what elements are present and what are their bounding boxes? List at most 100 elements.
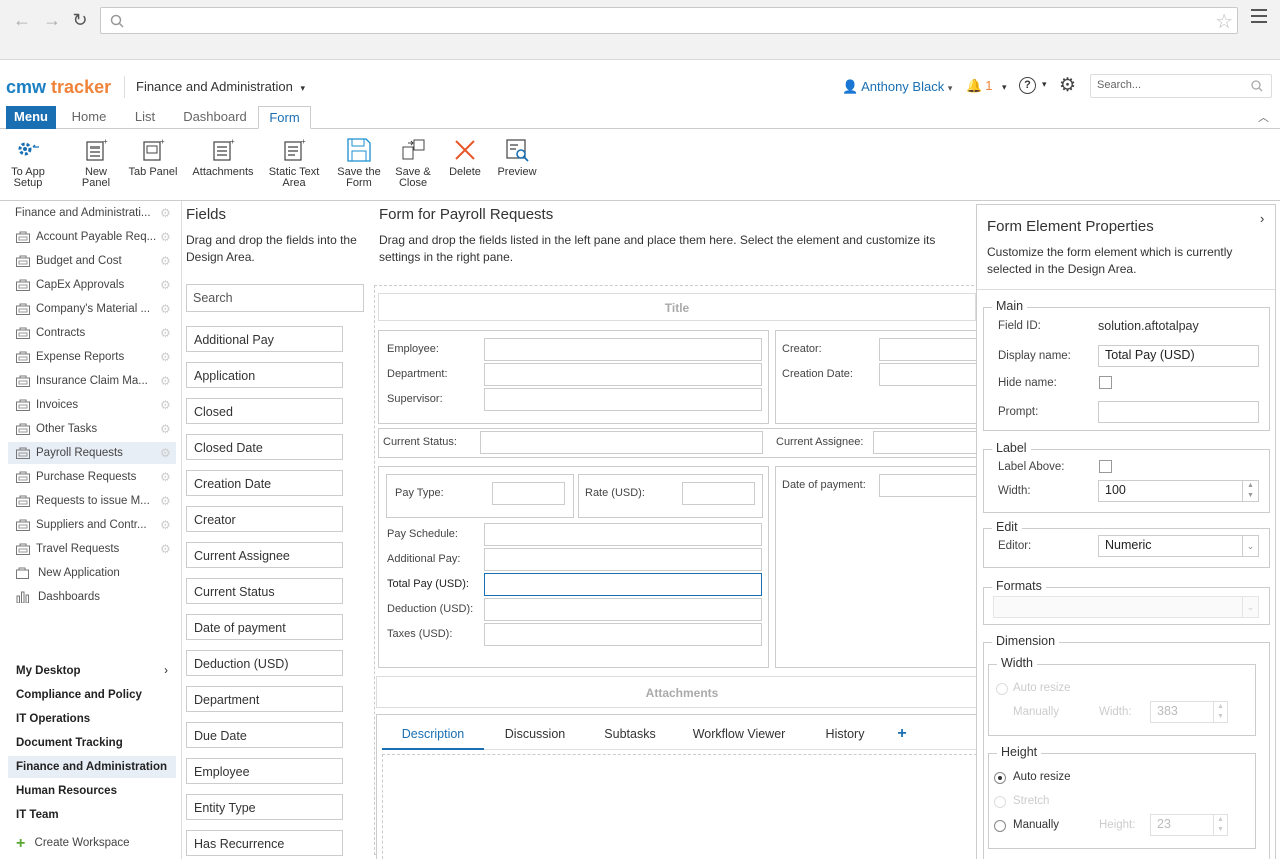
field-item[interactable]: Current Status: [186, 578, 343, 604]
sidebar-item-app[interactable]: Company's Material ... ⚙: [8, 298, 176, 320]
gear-icon[interactable]: ⚙: [160, 442, 171, 464]
delete-button[interactable]: Delete: [444, 137, 486, 178]
field-item[interactable]: Closed Date: [186, 434, 343, 460]
save-form-button[interactable]: Save the Form: [334, 137, 384, 189]
gear-icon[interactable]: ⚙: [160, 490, 171, 512]
display-name-input[interactable]: Total Pay (USD): [1098, 345, 1259, 367]
back-icon[interactable]: ←: [10, 8, 34, 32]
sidebar-item-app[interactable]: Invoices ⚙: [8, 394, 176, 416]
to-app-setup-button[interactable]: To App Setup: [6, 137, 50, 189]
gear-icon[interactable]: ⚙: [160, 418, 171, 440]
taxes-field[interactable]: [484, 623, 762, 646]
app-logo[interactable]: cmw tracker: [6, 77, 111, 98]
gear-icon[interactable]: ⚙: [160, 514, 171, 536]
sidebar-item-app[interactable]: Account Payable Req... ⚙: [8, 226, 176, 248]
field-item[interactable]: Application: [186, 362, 343, 388]
height-manually-radio[interactable]: [994, 820, 1006, 832]
tab-description[interactable]: Description: [382, 718, 484, 750]
hide-name-checkbox[interactable]: [1099, 376, 1112, 389]
gear-icon[interactable]: ⚙: [160, 370, 171, 392]
tab-panel-button[interactable]: + Tab Panel: [126, 137, 180, 178]
workspace-item[interactable]: IT Operations: [8, 708, 176, 730]
fields-search-input[interactable]: Search: [186, 284, 364, 312]
height-stretch-radio[interactable]: [994, 796, 1006, 808]
tab-history[interactable]: History: [812, 718, 878, 750]
field-item[interactable]: Deduction (USD): [186, 650, 343, 676]
reload-icon[interactable]: ↻: [68, 8, 92, 32]
tab-form[interactable]: Form: [258, 106, 311, 129]
forward-icon[interactable]: →: [40, 8, 64, 32]
date-of-payment-field[interactable]: [879, 474, 976, 497]
gear-icon[interactable]: ⚙: [160, 346, 171, 368]
field-item[interactable]: Additional Pay: [186, 326, 343, 352]
dim-width-stepper[interactable]: 383 ▲ ▼: [1150, 701, 1228, 723]
editor-select[interactable]: Numeric ⌄: [1098, 535, 1259, 557]
tab-workflow-viewer[interactable]: Workflow Viewer: [682, 718, 796, 750]
workspace-item[interactable]: IT Team: [8, 804, 176, 826]
deduction-field[interactable]: [484, 598, 762, 621]
label-above-checkbox[interactable]: [1099, 460, 1112, 473]
sidebar-dashboards[interactable]: Dashboards: [8, 586, 176, 608]
formats-select[interactable]: ⌄: [993, 596, 1259, 618]
sidebar-item-app[interactable]: Suppliers and Contr... ⚙: [8, 514, 176, 536]
dim-height-stepper[interactable]: 23 ▲ ▼: [1150, 814, 1228, 836]
tab-list[interactable]: List: [126, 106, 164, 129]
tab-menu[interactable]: Menu: [6, 106, 56, 129]
rate-field[interactable]: [682, 482, 755, 505]
sidebar-item-app[interactable]: Travel Requests ⚙: [8, 538, 176, 560]
sidebar-item-app[interactable]: Expense Reports ⚙: [8, 346, 176, 368]
field-item[interactable]: Creator: [186, 506, 343, 532]
tab-content-area[interactable]: [382, 754, 976, 859]
tab-discussion[interactable]: Discussion: [492, 718, 578, 750]
collapse-chevron-up-icon[interactable]: ︿: [1258, 109, 1269, 125]
user-menu[interactable]: 👤 Anthony Black ▾: [842, 79, 952, 95]
sidebar-header[interactable]: Finance and Administrati... ⚙: [8, 202, 176, 224]
attachments-element[interactable]: Attachments: [376, 676, 976, 708]
form-title-element[interactable]: Title: [378, 293, 976, 321]
field-item[interactable]: Due Date: [186, 722, 343, 748]
sidebar-item-app[interactable]: Other Tasks ⚙: [8, 418, 176, 440]
sidebar-item-app[interactable]: Payroll Requests ⚙: [8, 442, 176, 464]
save-close-button[interactable]: Save & Close: [392, 137, 434, 189]
department-field[interactable]: [484, 363, 762, 386]
total-pay-field-selected[interactable]: [484, 573, 762, 596]
field-item[interactable]: Department: [186, 686, 343, 712]
employee-field[interactable]: [484, 338, 762, 361]
current-status-field[interactable]: [480, 431, 763, 454]
tab-subtasks[interactable]: Subtasks: [588, 718, 672, 750]
tab-home[interactable]: Home: [64, 106, 114, 129]
gear-icon[interactable]: ⚙: [160, 202, 171, 224]
add-tab-plus-icon[interactable]: +: [892, 718, 912, 750]
pay-schedule-field[interactable]: [484, 523, 762, 546]
static-text-area-button[interactable]: + Static Text Area: [266, 137, 322, 189]
width-auto-resize-radio[interactable]: [996, 683, 1008, 695]
sidebar-item-app[interactable]: Budget and Cost ⚙: [8, 250, 176, 272]
field-item[interactable]: Creation Date: [186, 470, 343, 496]
help-button[interactable]: ?: [1019, 77, 1036, 94]
gear-icon[interactable]: ⚙: [160, 466, 171, 488]
gear-icon[interactable]: ⚙: [160, 226, 171, 248]
chevron-down-icon[interactable]: ▾: [1042, 79, 1047, 90]
bookmark-star-icon[interactable]: ☆: [1215, 9, 1233, 34]
creator-field[interactable]: [879, 338, 976, 361]
gear-icon[interactable]: ⚙: [160, 274, 171, 296]
gear-icon[interactable]: ⚙: [160, 298, 171, 320]
field-item[interactable]: Date of payment: [186, 614, 343, 640]
pay-type-field[interactable]: [492, 482, 565, 505]
sidebar-item-app[interactable]: Purchase Requests ⚙: [8, 466, 176, 488]
height-auto-resize-radio[interactable]: [994, 772, 1006, 784]
sidebar-new-application[interactable]: New Application: [8, 562, 176, 584]
workspace-item[interactable]: My Desktop ›: [8, 660, 176, 682]
creation-date-field[interactable]: [879, 363, 976, 386]
workspace-selector[interactable]: Finance and Administration ▾: [136, 79, 305, 94]
field-item[interactable]: Current Assignee: [186, 542, 343, 568]
supervisor-field[interactable]: [484, 388, 762, 411]
sidebar-item-app[interactable]: Contracts ⚙: [8, 322, 176, 344]
field-item[interactable]: Has Recurrence: [186, 830, 343, 856]
gear-icon[interactable]: ⚙: [160, 538, 171, 560]
workspace-item[interactable]: Document Tracking: [8, 732, 176, 754]
sidebar-item-app[interactable]: Insurance Claim Ma... ⚙: [8, 370, 176, 392]
stepper-arrows-icon[interactable]: ▲ ▼: [1242, 481, 1258, 501]
sidebar-item-app[interactable]: CapEx Approvals ⚙: [8, 274, 176, 296]
current-assignee-field[interactable]: [873, 431, 976, 454]
